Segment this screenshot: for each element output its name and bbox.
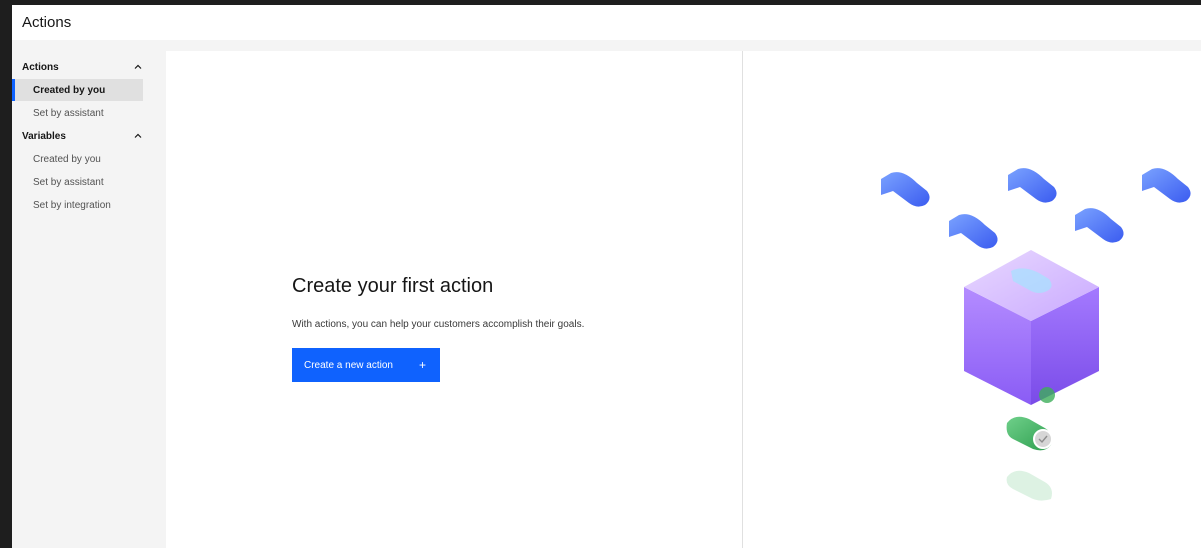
illustration [881, 168, 1191, 501]
sidebar-item-label: Set by assistant [33, 107, 104, 119]
add-icon: + [418, 358, 426, 372]
app-frame: Actions Actions Created by you Set by as… [12, 5, 1201, 548]
sidebar-item-actions-set-by-assistant[interactable]: Set by assistant [12, 102, 143, 124]
sidebar-item-label: Set by assistant [33, 176, 104, 188]
empty-state-title: Create your first action [292, 275, 494, 297]
sidebar-item-variables-set-by-integration[interactable]: Set by integration [12, 194, 143, 216]
empty-state-panel: Create your first action With actions, y… [166, 51, 742, 548]
button-label: Create a new action [304, 359, 393, 371]
page-title: Actions [22, 14, 72, 31]
page-header: Actions [12, 5, 1201, 40]
chevron-up-icon [134, 64, 142, 69]
chat-bubble-icon [1008, 168, 1057, 203]
sidebar-item-label: Set by integration [33, 199, 111, 211]
empty-state-description: With actions, you can help your customer… [292, 319, 585, 330]
sidebar-item-label: Created by you [33, 84, 106, 96]
sidebar-section-label: Actions [22, 61, 59, 73]
cube-graphic [964, 250, 1099, 405]
chat-bubble-icon [949, 214, 998, 249]
sidebar-item-variables-set-by-assistant[interactable]: Set by assistant [12, 171, 143, 193]
chat-bubble-icon [1142, 168, 1191, 203]
sidebar-section-label: Variables [22, 130, 66, 142]
create-new-action-button[interactable]: Create a new action + [292, 348, 440, 382]
sidebar-item-actions-created-by-you[interactable]: Created by you [12, 79, 143, 101]
sidebar-item-variables-created-by-you[interactable]: Created by you [12, 148, 143, 170]
illustration-panel [743, 51, 1201, 548]
sidebar-item-label: Created by you [33, 153, 101, 165]
checkmark-icon [1006, 416, 1053, 501]
sidebar-section-variables[interactable]: Variables [12, 125, 143, 147]
chat-bubble-icon [881, 172, 930, 207]
sidebar-nav: Actions Created by you Set by assistant … [12, 51, 166, 548]
chevron-up-icon [134, 133, 142, 138]
sidebar-section-actions[interactable]: Actions [12, 56, 143, 78]
chat-bubble-icon [1075, 208, 1124, 243]
